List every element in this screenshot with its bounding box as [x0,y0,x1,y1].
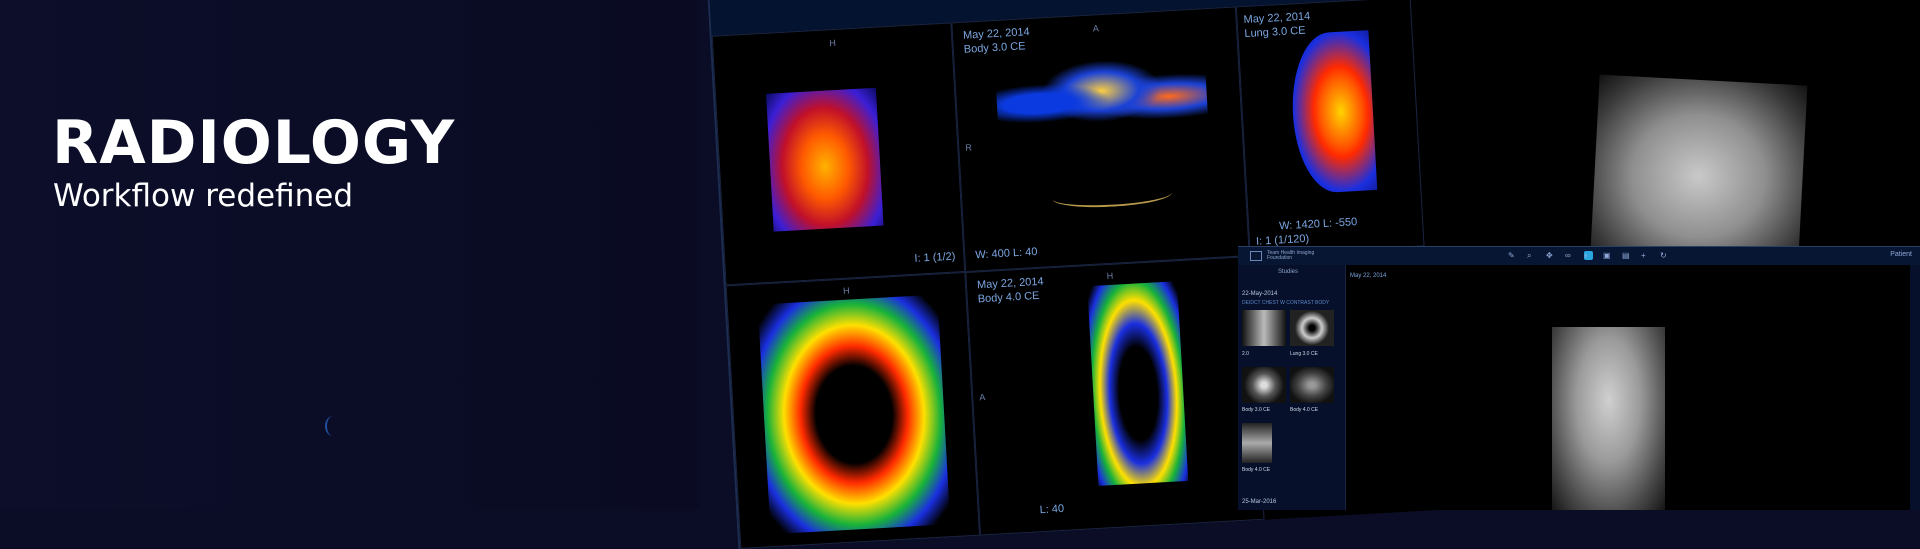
series-name: Body 4.0 CE [977,289,1039,306]
thumbnail-label: Body 4.0 CE [1290,407,1318,413]
axial-slice-image [995,49,1210,151]
window-level: W: 1420 L: -550 [1279,215,1358,233]
reset-icon[interactable]: ↻ [1660,251,1669,260]
series-thumbnail[interactable] [1242,367,1286,403]
series-name: Lung 3.0 CE [1244,24,1306,41]
thumbnail-label: Body 4.0 CE [1242,467,1270,473]
chest-xray-image [1552,327,1665,510]
series-thumbnail[interactable] [1290,310,1334,346]
studies-sidebar: Studies 22-May-2014 DEIDCT CHEST W CONTR… [1238,265,1345,510]
coronal-heatmap-image [758,295,951,535]
window-level: W: 400 L: 40 [975,245,1038,262]
image-index: I: 1 (1/2) [914,250,956,266]
orientation-left: R [965,142,972,152]
orientation-top: H [1106,271,1113,281]
orientation-top: H [843,285,850,295]
study-date: May 22, 2014 [1350,273,1386,279]
viewport-coronal-body[interactable]: H [726,272,980,549]
orientation-top: A [1093,23,1100,33]
chest-xray-image [1591,75,1808,261]
hero-panel: RADIOLOGY Workflow redefined [0,0,700,509]
series-thumbnail[interactable] [1242,310,1286,346]
search-icon[interactable]: ⌕ [1527,251,1536,260]
thumbnail-label: Lung 3.0 CE [1290,351,1318,357]
viewport-axial-lung[interactable]: May 22, 2014 Lung 3.0 CE W: 1420 L: -550… [1236,0,1425,256]
contrast-icon[interactable]: ◐ [1584,251,1593,260]
main-viewport[interactable]: May 22, 2014 [1345,265,1920,510]
orientation-left: A [979,392,986,402]
patient-label[interactable]: Patient [1890,251,1912,258]
move-icon[interactable]: ✥ [1546,251,1555,260]
pencil-icon[interactable]: ✎ [1508,251,1517,260]
study-description: DEIDCT CHEST W CONTRAST BODY [1242,300,1329,306]
thumbnail-label: 2.0 [1242,351,1249,357]
table-arc [1052,181,1173,210]
decorative-arc [325,416,341,436]
second-study-date: 25-Mar-2016 [1242,499,1276,505]
lung-heatmap-image [1289,30,1378,194]
study-date: 22-May-2014 [1242,291,1277,297]
right-tool-bar [1910,265,1920,510]
camera-icon[interactable]: ▣ [1603,251,1612,260]
viewport-coronal-mip[interactable]: H I: 1 (1/2) [712,22,966,285]
crosshair-icon[interactable]: + [1641,251,1650,260]
app-toolbar: Team Health Imaging Foundation ✎ ⌕ ✥ ∞ ◐… [1238,247,1920,265]
app-logo-icon [1250,251,1262,261]
app-brand: Team Health Imaging Foundation [1267,251,1327,261]
hero-title: RADIOLOGY [52,108,455,178]
series-thumbnail[interactable] [1290,367,1334,403]
viewer-app-window: Team Health Imaging Foundation ✎ ⌕ ✥ ∞ ◐… [1238,246,1920,510]
hero-subtitle: Workflow redefined [53,178,353,214]
window-level: L: 40 [1039,502,1064,517]
series-name: Body 3.0 CE [963,39,1025,56]
viewport-sagittal-body[interactable]: May 22, 2014 Body 4.0 CE H A L: 40 [965,256,1264,535]
orientation-top: H [829,38,836,48]
thumbnail-label: Body 3.0 CE [1242,407,1270,413]
viewport-axial-body[interactable]: May 22, 2014 Body 3.0 CE A R W: 400 L: 4… [951,6,1250,272]
series-thumbnail[interactable] [1242,423,1272,463]
layout-icon[interactable]: ▤ [1622,251,1631,260]
link-icon[interactable]: ∞ [1565,251,1574,260]
background-xray-panel [1335,0,1920,250]
sidebar-header[interactable]: Studies [1238,265,1345,275]
mip-heatmap-image [766,88,884,232]
sagittal-heatmap-image [1087,281,1188,486]
